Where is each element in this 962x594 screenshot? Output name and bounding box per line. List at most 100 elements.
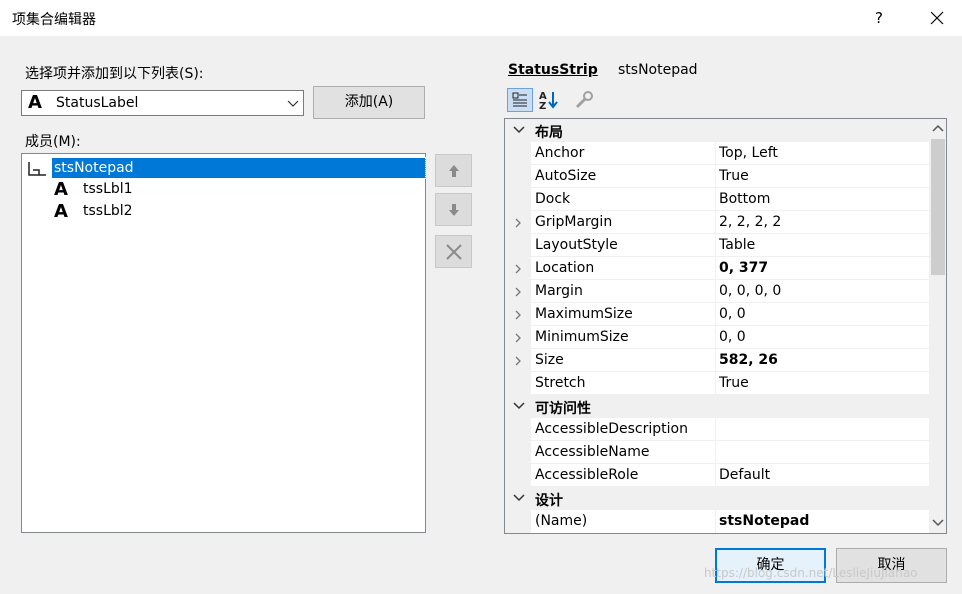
property-value[interactable]: True — [719, 375, 749, 391]
column-separator — [715, 211, 716, 234]
column-separator — [715, 418, 716, 441]
column-separator — [715, 464, 716, 487]
row-gutter — [505, 165, 531, 188]
property-pages-button[interactable] — [571, 88, 597, 112]
property-value[interactable]: 0, 377 — [719, 260, 768, 276]
chevron-right-icon[interactable] — [514, 333, 522, 343]
status-strip-icon — [28, 162, 46, 176]
chevron-right-icon[interactable] — [514, 310, 522, 320]
property-row-minimumsize[interactable]: MinimumSize 0, 0 — [505, 326, 929, 349]
add-button[interactable]: 添加(A) — [313, 86, 425, 119]
property-value[interactable]: Table — [719, 237, 755, 253]
property-value[interactable]: 0, 0 — [719, 329, 746, 345]
property-value[interactable]: 582, 26 — [719, 352, 778, 368]
members-list[interactable]: stsNotepad A tssLbl1 A tssLbl2 — [21, 153, 426, 533]
property-value[interactable]: Bottom — [719, 191, 770, 207]
row-gutter — [505, 510, 531, 533]
property-name: AccessibleRole — [535, 467, 639, 483]
property-value[interactable]: 0, 0, 0, 0 — [719, 283, 781, 299]
scrollbar-thumb[interactable] — [931, 139, 945, 275]
property-row-dock[interactable]: Dock Bottom — [505, 188, 929, 211]
property-row-accessiblerole[interactable]: AccessibleRole Default — [505, 464, 929, 487]
property-row-anchor[interactable]: Anchor Top, Left — [505, 142, 929, 165]
row-gutter — [505, 234, 531, 257]
column-separator — [715, 349, 716, 372]
chevron-right-icon[interactable] — [514, 356, 522, 366]
arrow-up-icon — [449, 165, 459, 177]
list-item-tsslbl2[interactable]: A tssLbl2 — [24, 201, 425, 223]
label-type-icon: A — [28, 92, 42, 113]
property-name: Stretch — [535, 375, 586, 391]
property-value[interactable]: 2, 2, 2, 2 — [719, 214, 781, 230]
column-separator — [715, 142, 716, 165]
chevron-right-icon[interactable] — [514, 218, 522, 228]
property-name: (Name) — [535, 513, 588, 529]
property-name: AccessibleDescription — [535, 421, 688, 437]
sort-alphabetical-icon: AZ — [539, 91, 558, 112]
column-separator — [715, 257, 716, 280]
list-item-tsslbl1[interactable]: A tssLbl1 — [24, 179, 425, 201]
property-grid-toolbar: AZ — [505, 86, 599, 114]
property-value[interactable]: 0, 0 — [719, 306, 746, 322]
property-row-margin[interactable]: Margin 0, 0, 0, 0 — [505, 280, 929, 303]
wrench-icon — [575, 91, 593, 109]
property-name: LayoutStyle — [535, 237, 618, 253]
property-name: Location — [535, 260, 595, 276]
property-name: AccessibleName — [535, 444, 650, 460]
help-icon: ? — [875, 9, 883, 27]
item-type-value: StatusLabel — [56, 95, 139, 111]
item-type-dropdown[interactable]: A StatusLabel — [21, 90, 304, 116]
close-button[interactable] — [916, 0, 956, 36]
property-name: Dock — [535, 191, 571, 207]
property-name: GripMargin — [535, 214, 613, 230]
property-row-name[interactable]: (Name) stsNotepad — [505, 510, 929, 533]
property-name: Size — [535, 352, 564, 368]
label-icon: A — [54, 201, 68, 222]
row-gutter — [505, 188, 531, 211]
scroll-up-icon[interactable] — [932, 124, 944, 134]
categorized-icon — [512, 92, 527, 107]
property-row-layoutstyle[interactable]: LayoutStyle Table — [505, 234, 929, 257]
chevron-right-icon[interactable] — [514, 287, 522, 297]
property-value[interactable]: stsNotepad — [719, 513, 809, 529]
component-name: stsNotepad — [618, 62, 698, 78]
property-row-stretch[interactable]: Stretch True — [505, 372, 929, 395]
column-separator — [715, 326, 716, 349]
property-grid[interactable]: 布局 Anchor Top, Left AutoSize True Dock B… — [504, 118, 947, 534]
chevron-down-icon — [513, 126, 525, 134]
list-item-label: stsNotepad — [51, 157, 426, 179]
categorized-button[interactable] — [507, 88, 533, 112]
alphabetical-button[interactable]: AZ — [536, 88, 562, 112]
category-accessibility[interactable]: 可访问性 — [505, 395, 929, 418]
scroll-down-icon[interactable] — [932, 517, 944, 527]
row-gutter — [505, 372, 531, 395]
category-design[interactable]: 设计 — [505, 487, 929, 510]
column-separator — [715, 188, 716, 211]
property-row-size[interactable]: Size 582, 26 — [505, 349, 929, 372]
property-row-maximumsize[interactable]: MaximumSize 0, 0 — [505, 303, 929, 326]
vertical-scrollbar[interactable] — [929, 119, 946, 533]
column-separator — [715, 303, 716, 326]
property-value[interactable]: Top, Left — [719, 145, 778, 161]
move-up-button[interactable] — [435, 154, 472, 187]
list-item-ststrip[interactable]: stsNotepad — [24, 157, 426, 179]
property-row-autosize[interactable]: AutoSize True — [505, 165, 929, 188]
arrow-down-icon — [449, 204, 459, 216]
property-row-accessibledescription[interactable]: AccessibleDescription — [505, 418, 929, 441]
delete-icon — [446, 244, 462, 260]
property-row-gripmargin[interactable]: GripMargin 2, 2, 2, 2 — [505, 211, 929, 234]
help-button[interactable]: ? — [862, 0, 896, 36]
window-title: 项集合编辑器 — [12, 12, 96, 28]
chevron-right-icon[interactable] — [514, 264, 522, 274]
property-value[interactable]: Default — [719, 467, 770, 483]
property-row-accessiblename[interactable]: AccessibleName — [505, 441, 929, 464]
title-bar: 项集合编辑器 ? — [0, 0, 962, 36]
property-row-location[interactable]: Location 0, 377 — [505, 257, 929, 280]
column-separator — [715, 234, 716, 257]
remove-button[interactable] — [435, 235, 472, 268]
property-value[interactable]: True — [719, 168, 749, 184]
chevron-down-icon — [287, 100, 299, 107]
category-layout[interactable]: 布局 — [505, 119, 929, 142]
move-down-button[interactable] — [435, 193, 472, 226]
column-separator — [715, 441, 716, 464]
